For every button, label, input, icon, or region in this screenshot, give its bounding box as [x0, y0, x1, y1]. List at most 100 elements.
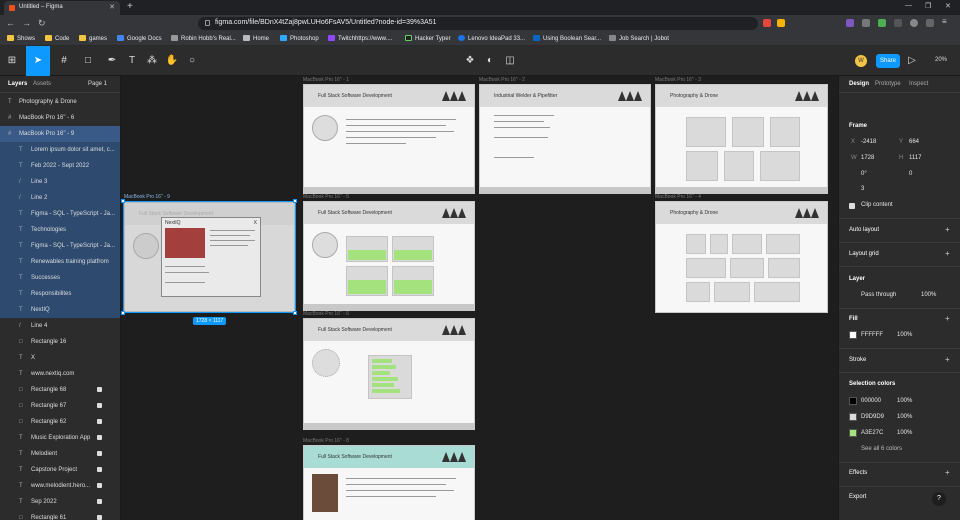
tab-assets[interactable]: Assets	[33, 81, 51, 87]
blend-mode-select[interactable]: Pass through	[861, 292, 896, 298]
frame-macbook-8[interactable]: Full Stack Software Development	[303, 445, 475, 520]
frame-section-title[interactable]: Frame	[849, 123, 867, 129]
lock-icon[interactable]	[97, 499, 102, 504]
extension-icon[interactable]	[862, 19, 870, 27]
layer-row[interactable]: / Line 3	[0, 174, 120, 190]
layer-row[interactable]: □ Rectangle 16	[0, 334, 120, 350]
bookmark-item[interactable]: Hacker Typer	[405, 35, 451, 42]
color-swatch[interactable]	[849, 429, 857, 437]
fill-swatch[interactable]	[849, 331, 857, 339]
add-stroke-icon[interactable]: +	[945, 355, 950, 364]
lock-icon[interactable]	[97, 483, 102, 488]
frame-tool-icon[interactable]: #	[52, 46, 76, 76]
boolean-icon[interactable]: ◫	[498, 46, 522, 76]
layer-row[interactable]: Twww.melodient.hero...	[0, 478, 120, 494]
zoom-level[interactable]: 20%	[935, 57, 947, 63]
layer-row[interactable]: # MacBook Pro 16" - 6	[0, 110, 120, 126]
bookmark-item[interactable]: Robin Hobb's Real...	[171, 35, 236, 42]
layer-row[interactable]: # MacBook Pro 16" - 9	[0, 126, 120, 142]
frame-label[interactable]: MacBook Pro 16" - 3	[655, 77, 701, 83]
add-auto-layout-icon[interactable]: +	[945, 225, 950, 234]
color-opacity[interactable]: 100%	[897, 414, 912, 420]
color-swatch[interactable]	[849, 397, 857, 405]
frame-macbook-6[interactable]: Full Stack Software Development	[303, 318, 475, 430]
lock-icon[interactable]	[97, 403, 102, 408]
back-icon[interactable]: ←	[6, 18, 15, 28]
corner-radius-input[interactable]: 0	[909, 171, 912, 177]
frame-macbook-2[interactable]: Industrial Welder & Pipefitter	[479, 84, 651, 194]
selection-box[interactable]	[123, 201, 296, 313]
frame-label[interactable]: MacBook Pro 16" - 9	[124, 194, 170, 200]
layer-row[interactable]: Twww.nextiq.com	[0, 366, 120, 382]
bookmark-item[interactable]: Using Boolean Sear...	[533, 35, 601, 42]
layer-row[interactable]: T Feb 2022 - Sept 2022	[0, 158, 120, 174]
see-all-colors-link[interactable]: See all 6 colors	[861, 446, 902, 452]
height-input[interactable]: 1117	[909, 155, 921, 161]
rectangle-tool-icon[interactable]: □	[76, 46, 100, 76]
tab-prototype[interactable]: Prototype	[875, 81, 901, 87]
layer-row[interactable]: / Line 2	[0, 190, 120, 206]
lock-icon[interactable]	[97, 515, 102, 520]
share-button[interactable]: Share	[876, 54, 900, 68]
tab-layers[interactable]: Layers	[8, 81, 27, 87]
layer-row[interactable]: □ Rectangle 67	[0, 398, 120, 414]
present-icon[interactable]: ▷	[900, 46, 924, 76]
canvas[interactable]: MacBook Pro 16" - 1 Full Stack Software …	[121, 76, 838, 520]
layer-row[interactable]: TX	[0, 350, 120, 366]
bookmark-item[interactable]: Google Docs	[117, 35, 162, 42]
layer-row[interactable]: T Technologies	[0, 222, 120, 238]
frame-label[interactable]: MacBook Pro 16" - 1	[303, 77, 349, 83]
layer-row[interactable]: T Renewables training platfrom	[0, 254, 120, 270]
lock-icon[interactable]	[97, 387, 102, 392]
color-hex[interactable]: D9D9D9	[861, 414, 884, 420]
bookmark-item[interactable]: Shows	[7, 35, 35, 42]
brave-shield-icon[interactable]	[763, 19, 771, 27]
color-hex[interactable]: A3E27C	[861, 430, 883, 436]
color-hex[interactable]: 000000	[861, 398, 881, 404]
tab-inspect[interactable]: Inspect	[909, 81, 928, 87]
layer-row[interactable]: T NextIQ	[0, 302, 120, 318]
add-layout-grid-icon[interactable]: +	[945, 249, 950, 258]
layer-row[interactable]: T Figma - SQL - TypeScript - Ja...	[0, 206, 120, 222]
maximize-icon[interactable]: ❐	[925, 2, 931, 10]
puzzle-icon[interactable]	[894, 19, 902, 27]
brave-rewards-icon[interactable]	[777, 19, 785, 27]
bookmark-item[interactable]: Twitchhttps://www....	[328, 35, 392, 42]
resize-handle[interactable]	[293, 199, 297, 203]
layer-row[interactable]: T Sep 2022	[0, 494, 120, 510]
lock-icon[interactable]	[97, 467, 102, 472]
bookmark-item[interactable]: games	[79, 35, 107, 42]
layer-row[interactable]: □ Rectangle 68	[0, 382, 120, 398]
layer-row[interactable]: T Capstone Project	[0, 462, 120, 478]
add-fill-icon[interactable]: +	[945, 314, 950, 323]
rotation-input[interactable]: 0°	[861, 171, 867, 177]
resize-handle[interactable]	[121, 199, 125, 203]
layer-row[interactable]: T Lorem ipsum dolor sit amet, c...	[0, 142, 120, 158]
frame-macbook-4[interactable]: Photography & Drone	[655, 201, 828, 313]
fill-opacity-input[interactable]: 100%	[897, 332, 912, 338]
color-opacity[interactable]: 100%	[897, 430, 912, 436]
main-menu-icon[interactable]: ⊞	[0, 46, 24, 76]
help-button[interactable]: ?	[932, 492, 946, 506]
lock-icon[interactable]	[97, 451, 102, 456]
layer-row[interactable]: T Figma - SQL - TypeScript - Ja...	[0, 238, 120, 254]
layer-row[interactable]: □ Rectangle 62	[0, 414, 120, 430]
reload-icon[interactable]: ↻	[38, 18, 46, 29]
fill-hex-input[interactable]: FFFFFF	[861, 332, 883, 338]
clip-content-checkbox[interactable]	[849, 203, 855, 209]
forward-icon[interactable]: →	[22, 18, 31, 28]
bookmark-item[interactable]: Home	[243, 35, 269, 42]
close-window-icon[interactable]: ✕	[945, 2, 951, 10]
width-input[interactable]: 1728	[861, 155, 874, 161]
layer-row[interactable]: □ Rectangle 61	[0, 510, 120, 520]
wallet-icon[interactable]	[926, 19, 934, 27]
move-tool-icon[interactable]: ➤	[26, 46, 50, 76]
color-swatch[interactable]	[849, 413, 857, 421]
layer-row[interactable]: T Melodient	[0, 446, 120, 462]
frame-label[interactable]: MacBook Pro 16" - 6	[303, 311, 349, 317]
frame-macbook-3[interactable]: Photography & Drone	[655, 84, 828, 194]
y-input[interactable]: 664	[909, 139, 919, 145]
frame-macbook-1[interactable]: Full Stack Software Development	[303, 84, 475, 194]
add-effect-icon[interactable]: +	[945, 468, 950, 477]
extension-color-icon[interactable]	[846, 19, 854, 27]
